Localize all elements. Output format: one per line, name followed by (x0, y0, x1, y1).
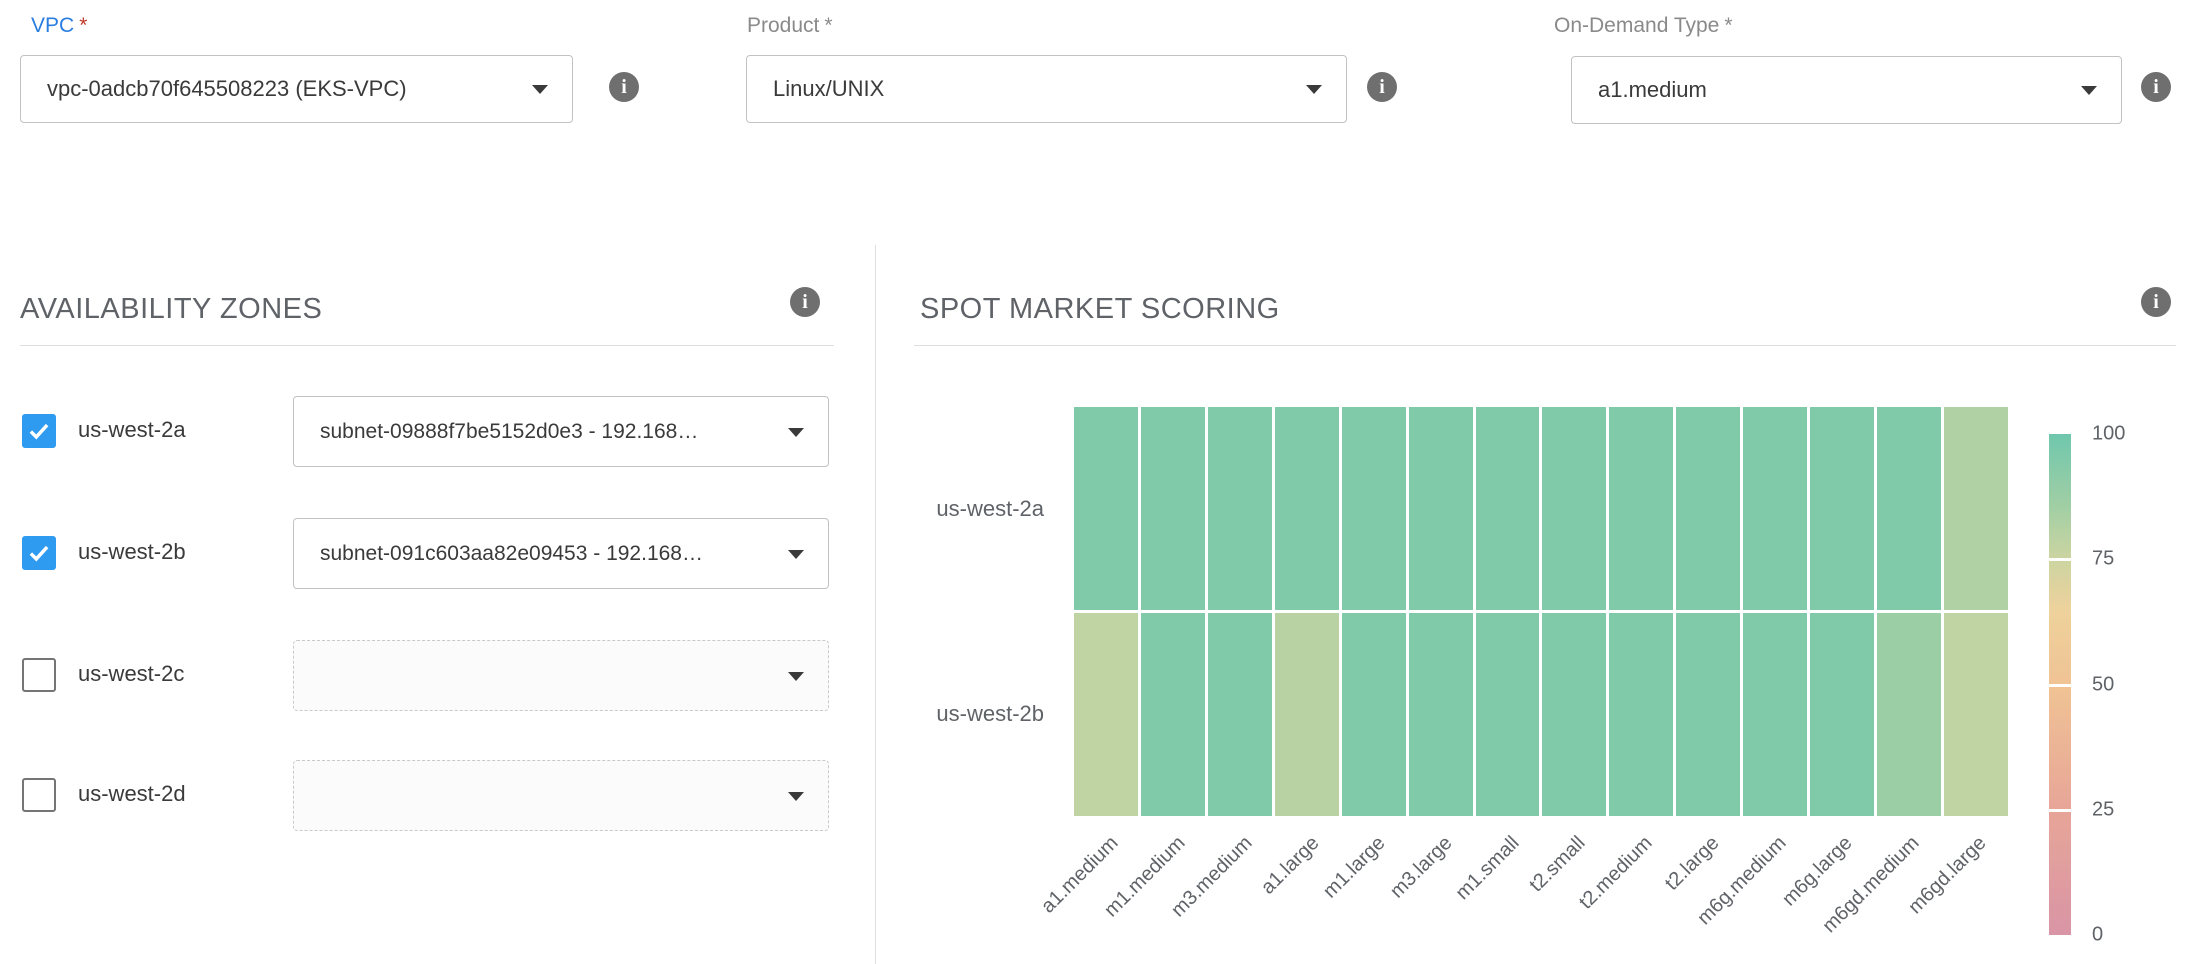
az-row: us-west-2a subnet-09888f7be5152d0e3 - 19… (0, 396, 860, 467)
az-checkbox[interactable] (22, 778, 56, 812)
vpc-select-value: vpc-0adcb70f645508223 (EKS-VPC) (47, 76, 407, 102)
vpc-label-text: VPC (31, 14, 74, 37)
heatmap-row-label: us-west-2a (894, 496, 1044, 522)
required-asterisk: * (1724, 14, 1732, 37)
heatmap-cell (1676, 613, 1740, 816)
subnet-select[interactable]: subnet-09888f7be5152d0e3 - 192.168… (293, 396, 829, 467)
availability-zones-title: AVAILABILITY ZONES (20, 293, 322, 326)
spot-scoring-heatmap (1074, 407, 2008, 816)
on-demand-type-select-value: a1.medium (1598, 77, 1707, 103)
colorbar-tick-label: 75 (2092, 548, 2114, 571)
colorbar-tick-label: 25 (2092, 798, 2114, 821)
heatmap-cell (1609, 613, 1673, 816)
heatmap-cell (1743, 613, 1807, 816)
heatmap-cell (1609, 407, 1673, 610)
heatmap-cell (1476, 407, 1540, 610)
spot-market-scoring-underline (914, 345, 2176, 346)
heatmap-cell (1141, 407, 1205, 610)
az-checkbox[interactable] (22, 414, 56, 448)
colorbar-separator (2049, 558, 2071, 561)
spot-market-scoring-info-icon[interactable] (2141, 287, 2171, 317)
subnet-select[interactable] (293, 640, 829, 711)
az-zone-label: us-west-2d (78, 781, 186, 807)
product-select-value: Linux/UNIX (773, 76, 884, 102)
subnet-select[interactable]: subnet-091c603aa82e09453 - 192.168… (293, 518, 829, 589)
az-row: us-west-2c (0, 640, 860, 711)
check-icon (26, 540, 52, 566)
required-asterisk: * (79, 14, 87, 37)
heatmap-cell (1208, 613, 1272, 816)
chevron-down-icon (788, 792, 804, 801)
chevron-down-icon (788, 550, 804, 559)
on-demand-type-label-text: On-Demand Type (1554, 14, 1719, 37)
az-checkbox[interactable] (22, 536, 56, 570)
product-select[interactable]: Linux/UNIX (746, 55, 1347, 123)
heatmap-cell (1342, 407, 1406, 610)
az-checkbox[interactable] (22, 658, 56, 692)
subnet-select-value: subnet-091c603aa82e09453 - 192.168… (320, 542, 703, 566)
required-asterisk: * (824, 14, 832, 37)
subnet-select-value: subnet-09888f7be5152d0e3 - 192.168… (320, 420, 698, 444)
colorbar-separator (2049, 809, 2071, 812)
section-divider (875, 245, 876, 964)
colorbar-tick-label: 50 (2092, 673, 2114, 696)
az-zone-label: us-west-2a (78, 417, 186, 443)
heatmap-row-label: us-west-2b (894, 701, 1044, 727)
heatmap-cell (1944, 407, 2008, 610)
spot-market-config-page: VPC* vpc-0adcb70f645508223 (EKS-VPC) Pro… (0, 0, 2196, 964)
on-demand-type-info-icon[interactable] (2141, 72, 2171, 102)
spot-market-scoring-title: SPOT MARKET SCORING (920, 293, 1280, 326)
heatmap-cell (1141, 613, 1205, 816)
az-zone-label: us-west-2c (78, 661, 184, 687)
heatmap-cell (1877, 407, 1941, 610)
check-icon (26, 418, 52, 444)
heatmap-cell (1810, 613, 1874, 816)
on-demand-type-select[interactable]: a1.medium (1571, 56, 2122, 124)
colorbar-separator (2049, 684, 2071, 687)
availability-zones-underline (20, 345, 834, 346)
chevron-down-icon (532, 85, 548, 94)
heatmap-cell (1342, 613, 1406, 816)
heatmap-cell (1542, 613, 1606, 816)
heatmap-cell (1275, 407, 1339, 610)
vpc-select[interactable]: vpc-0adcb70f645508223 (EKS-VPC) (20, 55, 573, 123)
heatmap-cell (1409, 407, 1473, 610)
heatmap-cell (1476, 613, 1540, 816)
product-label: Product* (747, 14, 833, 38)
heatmap-cell (1275, 613, 1339, 816)
heatmap-cell (1944, 613, 2008, 816)
heatmap-cell (1877, 613, 1941, 816)
product-info-icon[interactable] (1367, 72, 1397, 102)
colorbar-tick-label: 100 (2092, 423, 2125, 446)
heatmap-cell (1208, 407, 1272, 610)
heatmap-cell (1074, 613, 1138, 816)
chevron-down-icon (788, 428, 804, 437)
az-zone-label: us-west-2b (78, 539, 186, 565)
on-demand-type-label: On-Demand Type* (1554, 14, 1733, 38)
az-row: us-west-2d (0, 760, 860, 831)
chevron-down-icon (1306, 85, 1322, 94)
heatmap-cell (1676, 407, 1740, 610)
vpc-info-icon[interactable] (609, 72, 639, 102)
subnet-select[interactable] (293, 760, 829, 831)
heatmap-cell (1074, 407, 1138, 610)
chevron-down-icon (788, 672, 804, 681)
heatmap-column-label: a1.medium (952, 832, 1124, 964)
colorbar-tick-label: 0 (2092, 924, 2103, 947)
availability-zones-info-icon[interactable] (790, 287, 820, 317)
heatmap-cell (1810, 407, 1874, 610)
heatmap-cell (1409, 613, 1473, 816)
heatmap-cell (1743, 407, 1807, 610)
vpc-label: VPC* (31, 14, 87, 38)
product-label-text: Product (747, 14, 819, 37)
heatmap-cell (1542, 407, 1606, 610)
chevron-down-icon (2081, 86, 2097, 95)
az-row: us-west-2b subnet-091c603aa82e09453 - 19… (0, 518, 860, 589)
